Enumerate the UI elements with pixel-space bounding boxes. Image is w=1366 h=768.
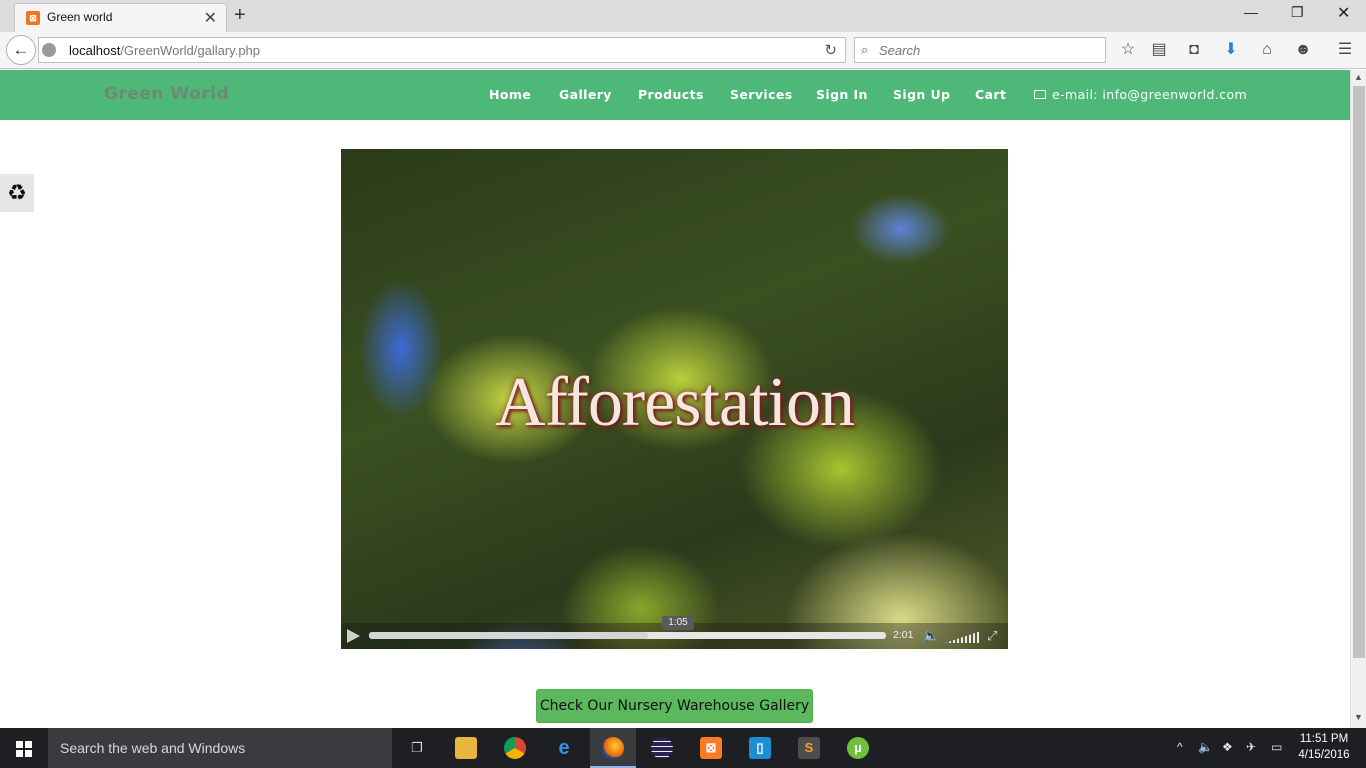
taskbar-edge[interactable]: e [541,728,587,768]
taskbar-sublime[interactable]: S [786,728,832,768]
browser-tabbar: ⊠ Green world ✕ + — ❐ ✕ [0,0,1366,32]
hamburger-menu-icon[interactable]: ☰ [1334,39,1356,61]
folder-icon [455,737,477,759]
close-tab-icon[interactable]: ✕ [204,8,217,28]
taskbar-search-placeholder: Search the web and Windows [60,740,246,756]
side-widget-tab[interactable]: ♻ [0,174,34,212]
taskbar-xampp[interactable]: ⊠ [688,728,734,768]
tray-overflow-icon[interactable]: ^ [1177,740,1183,754]
nav-cart[interactable]: Cart [975,87,1006,102]
search-input[interactable] [879,41,1099,59]
sublime-text-icon: S [798,737,820,759]
video-title-overlay: Afforestation [495,364,855,441]
reading-list-icon[interactable]: ▤ [1148,39,1170,61]
edge-icon: e [558,737,570,759]
nav-services[interactable]: Services [730,87,793,102]
taskbar-app-blue[interactable]: ▯ [737,728,783,768]
notification-icon[interactable]: ▭ [1271,740,1282,754]
site-navbar: Green World Home Gallery Products Servic… [0,70,1350,120]
page-viewport: Green World Home Gallery Products Servic… [0,70,1350,728]
video-progress-fill [369,632,649,639]
pocket-icon[interactable]: ◘ [1183,39,1205,61]
search-box[interactable]: ⌕ [854,37,1106,63]
scroll-down-icon[interactable]: ▼ [1354,712,1363,722]
browser-toolbar: ← localhost/GreenWorld/gallary.php ↻ ⌕ ☆… [0,32,1366,69]
taskbar-chrome[interactable] [492,728,538,768]
clock-date: 4/15/2016 [1298,749,1350,761]
start-button[interactable] [0,728,48,768]
app-window-icon: ▯ [749,737,771,759]
hello-chat-icon[interactable]: ☻ [1292,39,1314,61]
video-duration: 2:01 [893,629,914,641]
recycle-icon: ♻ [7,180,27,205]
home-icon[interactable]: ⌂ [1256,39,1278,61]
nav-gallery[interactable]: Gallery [559,87,612,102]
speaker-icon[interactable]: 🔈 [1198,740,1213,754]
window-close-icon[interactable]: ✕ [1337,3,1350,23]
play-icon[interactable] [347,629,360,643]
tab-title: Green world [47,10,113,24]
taskbar-search-box[interactable]: Search the web and Windows [48,728,392,768]
firefox-icon [602,737,624,759]
current-time-tooltip: 1:05 [662,616,694,630]
chrome-icon [504,737,526,759]
video-player[interactable]: Afforestation 1:05 2:01 🔈 ⤢ [341,149,1008,649]
site-brand[interactable]: Green World [104,84,229,104]
nav-products[interactable]: Products [638,87,704,102]
xampp-icon: ⊠ [700,737,722,759]
windows-taskbar: Search the web and Windows ❐ e ⊠ ▯ S µ ^… [0,728,1366,768]
nav-sign-up[interactable]: Sign Up [893,87,950,102]
dropbox-icon[interactable]: ❖ [1222,740,1233,754]
taskbar-utorrent[interactable]: µ [835,728,881,768]
task-view-icon: ❐ [411,740,423,755]
scrollbar-thumb[interactable] [1353,86,1365,658]
browser-tab[interactable]: ⊠ Green world ✕ [14,3,227,32]
taskbar-file-explorer[interactable] [443,728,489,768]
volume-icon[interactable]: 🔈 [923,628,939,644]
task-view-button[interactable]: ❐ [394,728,440,768]
taskbar-firefox[interactable] [590,728,636,768]
video-progress-bar[interactable]: 1:05 [369,616,886,639]
scroll-up-icon[interactable]: ▲ [1354,72,1363,82]
taskbar-clock[interactable]: 11:51 PM 4/15/2016 [1296,731,1352,763]
nav-home[interactable]: Home [489,87,531,102]
taskbar-eclipse[interactable] [639,728,685,768]
windows-logo-icon [16,741,32,757]
video-controls: 1:05 2:01 🔈 ⤢ [341,616,1008,649]
fullscreen-icon[interactable]: ⤢ [987,628,997,644]
url-text[interactable]: localhost/GreenWorld/gallary.php [69,43,260,58]
minimize-icon[interactable]: — [1244,4,1258,20]
search-icon: ⌕ [861,42,869,57]
clock-time: 11:51 PM [1299,733,1349,745]
nav-email[interactable]: e-mail: info@greenworld.com [1034,87,1247,102]
volume-slider[interactable] [945,631,981,643]
xampp-favicon-icon: ⊠ [26,11,40,25]
page-scrollbar[interactable]: ▲ ▼ [1350,70,1366,728]
nav-sign-in[interactable]: Sign In [816,87,868,102]
reload-icon[interactable]: ↻ [824,41,837,59]
utorrent-icon: µ [847,737,869,759]
envelope-icon [1034,90,1046,99]
globe-icon [42,43,56,57]
address-bar[interactable]: localhost/GreenWorld/gallary.php ↻ [38,37,846,63]
back-button[interactable]: ← [6,35,36,65]
new-tab-icon[interactable]: + [234,4,246,27]
network-icon[interactable]: ✈ [1246,740,1256,754]
bookmark-star-icon[interactable]: ☆ [1117,39,1139,61]
restore-icon[interactable]: ❐ [1291,4,1304,21]
eclipse-icon [651,737,673,759]
download-icon[interactable]: ⬇ [1220,39,1242,61]
nursery-gallery-button[interactable]: Check Our Nursery Warehouse Gallery [536,689,813,723]
